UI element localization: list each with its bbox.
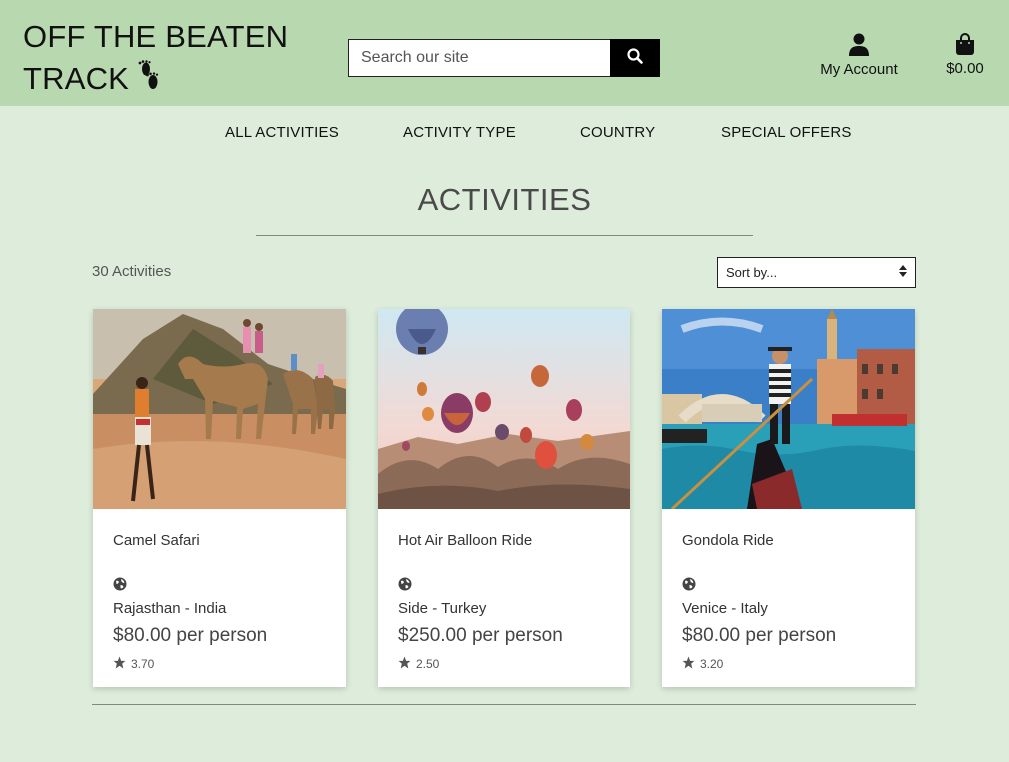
activity-image[interactable] bbox=[662, 309, 915, 509]
nav-all-activities[interactable]: ALL ACTIVITIES bbox=[225, 124, 339, 141]
bag-total: $0.00 bbox=[946, 60, 984, 77]
activity-price: $80.00 per person bbox=[682, 625, 837, 646]
footprints-icon bbox=[137, 60, 163, 101]
search-icon bbox=[627, 47, 643, 69]
sort-label: Sort by... bbox=[726, 265, 778, 280]
globe-icon bbox=[113, 577, 127, 596]
shopping-bag-icon bbox=[938, 33, 992, 55]
activity-count: 30 Activities bbox=[92, 263, 172, 280]
activity-image[interactable] bbox=[93, 309, 346, 509]
nav-activity-type[interactable]: ACTIVITY TYPE bbox=[403, 124, 516, 141]
activity-price: $80.00 per person bbox=[113, 625, 268, 646]
activity-name[interactable]: Gondola Ride bbox=[682, 532, 774, 549]
activity-rating: 2.50 bbox=[398, 656, 439, 672]
rating-value: 2.50 bbox=[416, 657, 440, 671]
logo-line1: OFF THE BEATEN bbox=[23, 19, 289, 54]
globe-icon bbox=[398, 577, 412, 596]
activity-card[interactable]: Hot Air Balloon Ride Side - Turkey $250.… bbox=[378, 309, 630, 687]
rating-value: 3.20 bbox=[700, 657, 724, 671]
nav-special-offers[interactable]: SPECIAL OFFERS bbox=[721, 124, 852, 141]
activity-name[interactable]: Camel Safari bbox=[113, 532, 200, 549]
activity-card[interactable]: Camel Safari Rajasthan - India $80.00 pe… bbox=[93, 309, 346, 687]
search-button[interactable] bbox=[610, 39, 660, 77]
activity-image[interactable] bbox=[378, 309, 630, 509]
star-icon bbox=[398, 656, 416, 672]
account-label: My Account bbox=[820, 61, 898, 78]
nav-country[interactable]: COUNTRY bbox=[580, 124, 655, 141]
activity-location: Rajasthan - India bbox=[113, 600, 227, 617]
activity-location: Side - Turkey bbox=[398, 600, 487, 617]
activity-name[interactable]: Hot Air Balloon Ride bbox=[398, 532, 532, 549]
site-header: OFF THE BEATEN TRACK Search our site My … bbox=[0, 0, 1009, 106]
search-input[interactable] bbox=[348, 39, 610, 77]
shopping-bag-link[interactable]: $0.00 bbox=[938, 33, 992, 77]
logo-line2: TRACK bbox=[23, 60, 130, 96]
star-icon bbox=[113, 656, 131, 672]
my-account-link[interactable]: My Account bbox=[812, 33, 906, 78]
sort-select[interactable]: Sort by... bbox=[717, 257, 916, 288]
activity-location: Venice - Italy bbox=[682, 600, 768, 617]
activity-rating: 3.70 bbox=[113, 656, 154, 672]
site-logo[interactable]: OFF THE BEATEN TRACK bbox=[23, 18, 288, 101]
sort-arrows-icon bbox=[899, 265, 907, 280]
activity-rating: 3.20 bbox=[682, 656, 723, 672]
bottom-divider bbox=[92, 704, 916, 705]
rating-value: 3.70 bbox=[131, 657, 155, 671]
activity-price: $250.00 per person bbox=[398, 625, 563, 646]
globe-icon bbox=[682, 577, 696, 596]
site-search bbox=[348, 39, 660, 77]
page-title: ACTIVITIES bbox=[417, 182, 592, 217]
main-nav: ALL ACTIVITIES ACTIVITY TYPE COUNTRY SPE… bbox=[0, 124, 1009, 146]
title-divider bbox=[256, 235, 753, 236]
user-icon bbox=[812, 33, 906, 56]
star-icon bbox=[682, 656, 700, 672]
activity-card[interactable]: Gondola Ride Venice - Italy $80.00 per p… bbox=[662, 309, 915, 687]
